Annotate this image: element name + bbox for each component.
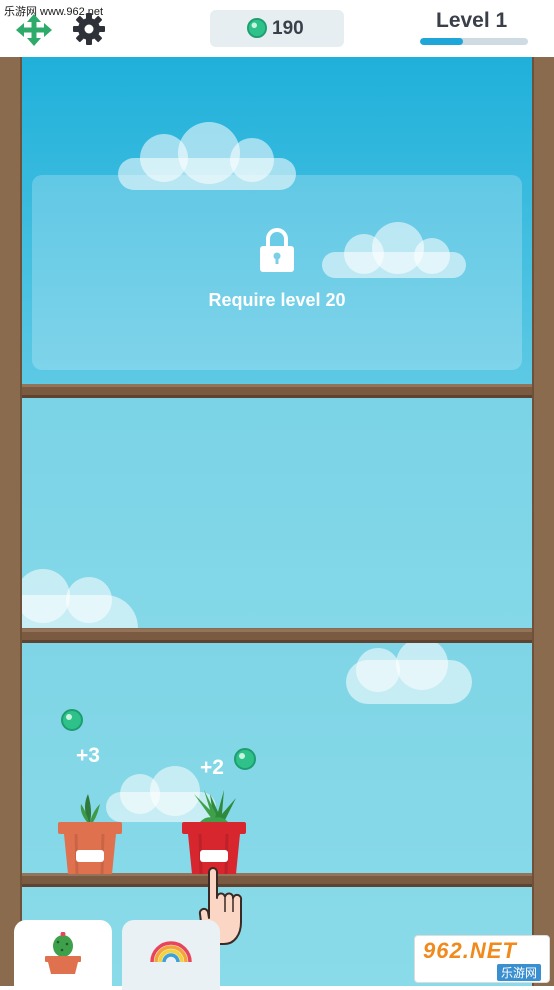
pot-label [200,850,228,862]
lock-icon [260,228,294,272]
cloud [346,638,472,704]
plant-2-reward-label: +2 [200,756,224,779]
shelf-board [8,384,546,398]
level-label: Level 1 [436,9,508,32]
cactus-icon [45,932,81,974]
gem-icon [234,748,256,770]
site-badge-sub: 乐游网 [497,964,542,981]
site-badge-main: 962.NET [423,938,517,963]
tab-decorations[interactable] [122,920,220,990]
shelf-post-right [532,57,554,986]
plant-pot-1[interactable] [56,790,124,875]
plant-1-reward-label: +3 [76,744,100,767]
gem-count: 190 [272,18,304,39]
tab-plants[interactable] [14,920,112,990]
pot-label [76,850,104,862]
level-progress-bar [420,38,528,45]
shelf-board [8,629,546,643]
rainbow-icon [150,941,192,963]
plant-pot-2[interactable] [180,788,248,875]
level-progress-fill [420,38,464,45]
locked-shelf-message: Require level 20 [208,290,346,310]
shelf-post-left [0,57,22,986]
cloud [16,569,138,628]
gem-icon [61,709,83,731]
move-arrows-icon[interactable] [16,14,52,46]
gear-icon[interactable] [72,12,106,46]
shelf-board [8,873,546,887]
site-watermark-badge: 962.NET 乐游网 [414,935,550,983]
gem-icon [247,18,267,38]
